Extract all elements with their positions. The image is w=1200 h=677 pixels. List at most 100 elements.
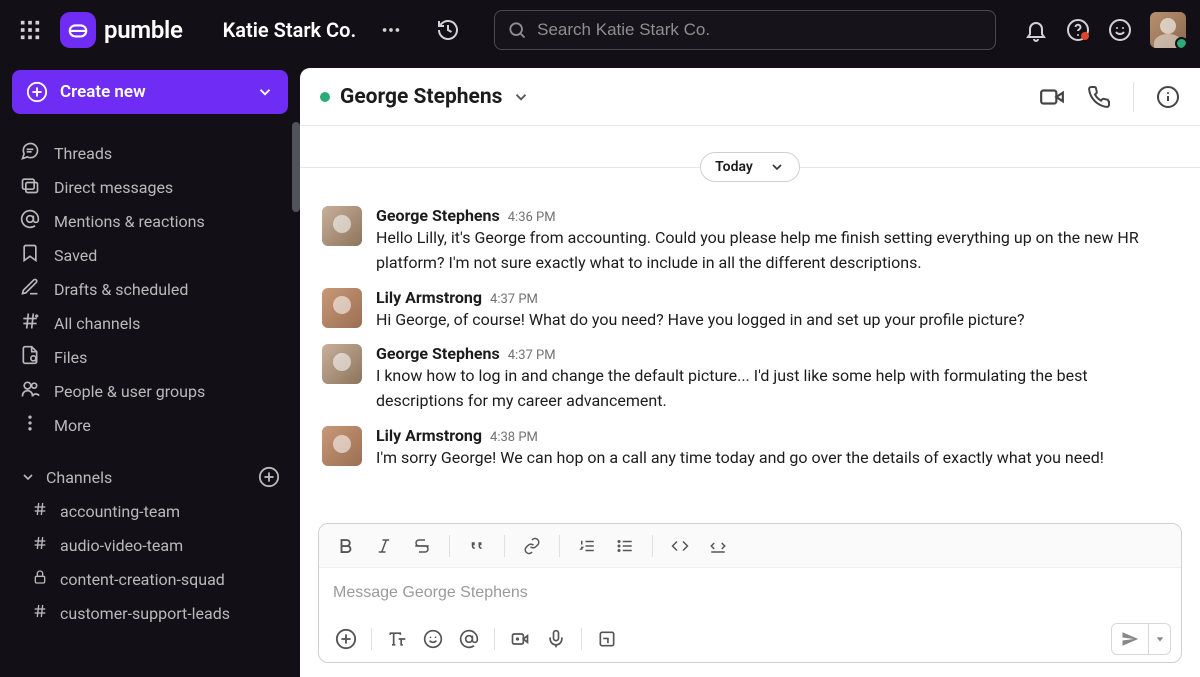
date-label: Today xyxy=(715,159,753,175)
italic-button[interactable] xyxy=(367,529,401,563)
message-avatar[interactable] xyxy=(322,426,362,466)
notifications-icon[interactable] xyxy=(1024,18,1048,42)
sidebar-nav-mentions-reactions[interactable]: Mentions & reactions xyxy=(12,204,288,238)
add-channel-icon[interactable] xyxy=(258,466,280,488)
nav-label: Threads xyxy=(54,144,112,163)
sidebar: Create new Threads Direct messagesMention… xyxy=(0,60,300,677)
message: George Stephens4:36 PMHello Lilly, it's … xyxy=(300,200,1200,282)
workspace-more-icon[interactable] xyxy=(380,19,402,41)
channel-customer-support-leads[interactable]: customer-support-leads xyxy=(12,596,288,630)
nav-icon xyxy=(20,243,40,267)
sidebar-nav-drafts-scheduled[interactable]: Drafts & scheduled xyxy=(12,272,288,306)
message-text: I know how to log in and change the defa… xyxy=(376,364,1178,414)
sidebar-nav-threads[interactable]: Threads xyxy=(12,136,288,170)
message-author[interactable]: George Stephens xyxy=(376,206,500,225)
search-icon xyxy=(507,20,527,40)
brand-logo[interactable]: pumble xyxy=(60,12,183,48)
video-call-icon[interactable] xyxy=(1039,84,1065,110)
apps-grid-icon[interactable] xyxy=(14,14,46,46)
attach-button[interactable] xyxy=(329,622,363,656)
sidebar-nav-people-user-groups[interactable]: People & user groups xyxy=(12,374,288,408)
message-avatar[interactable] xyxy=(322,288,362,328)
formatting-toolbar xyxy=(319,524,1181,568)
link-button[interactable] xyxy=(515,529,549,563)
brand-mark-icon xyxy=(60,12,96,48)
record-audio-button[interactable] xyxy=(539,622,573,656)
message: Lily Armstrong4:38 PMI'm sorry George! W… xyxy=(300,420,1200,477)
history-icon[interactable] xyxy=(436,18,460,42)
nav-icon xyxy=(20,277,40,301)
nav-icon xyxy=(20,209,40,233)
nav-icon xyxy=(20,379,40,403)
sidebar-scrollbar[interactable] xyxy=(292,122,300,212)
brand-name: pumble xyxy=(104,16,183,44)
message-list: Today George Stephens4:36 PMHello Lilly,… xyxy=(300,126,1200,521)
hash-icon xyxy=(32,603,48,623)
lock-icon xyxy=(32,569,48,589)
help-icon[interactable] xyxy=(1066,18,1090,42)
presence-indicator xyxy=(1175,37,1186,48)
message-time: 4:37 PM xyxy=(508,348,556,363)
chevron-down-icon xyxy=(256,83,274,101)
message-author[interactable]: Lily Armstrong xyxy=(376,288,482,307)
code-button[interactable] xyxy=(663,529,697,563)
search-bar[interactable] xyxy=(494,10,996,50)
user-avatar[interactable] xyxy=(1150,12,1186,48)
search-input[interactable] xyxy=(537,20,983,40)
mention-button[interactable] xyxy=(452,622,486,656)
strikethrough-button[interactable] xyxy=(405,529,439,563)
code-block-button[interactable] xyxy=(701,529,735,563)
shortcuts-button[interactable] xyxy=(590,622,624,656)
nav-label: More xyxy=(54,416,91,435)
date-pill[interactable]: Today xyxy=(700,152,800,182)
message-avatar[interactable] xyxy=(322,344,362,384)
message-input[interactable] xyxy=(333,584,1167,602)
audio-call-icon[interactable] xyxy=(1087,85,1111,109)
create-new-button[interactable]: Create new xyxy=(12,70,288,114)
app-header: pumble Katie Stark Co. xyxy=(0,0,1200,60)
message-composer xyxy=(318,523,1182,663)
message-author[interactable]: George Stephens xyxy=(376,344,500,363)
send-options-button[interactable] xyxy=(1148,624,1170,654)
help-notification-dot xyxy=(1081,32,1089,40)
channels-section-header[interactable]: Channels xyxy=(12,460,288,494)
bullet-list-button[interactable] xyxy=(608,529,642,563)
quote-button[interactable] xyxy=(460,529,494,563)
channel-audio-video-team[interactable]: audio-video-team xyxy=(12,528,288,562)
chevron-down-icon xyxy=(769,159,785,175)
sidebar-nav-saved[interactable]: Saved xyxy=(12,238,288,272)
channel-content-creation-squad[interactable]: content-creation-squad xyxy=(12,562,288,596)
create-new-label: Create new xyxy=(60,82,146,102)
sidebar-nav-direct-messages[interactable]: Direct messages xyxy=(12,170,288,204)
record-video-button[interactable] xyxy=(503,622,537,656)
emoji-icon[interactable] xyxy=(1108,18,1132,42)
channel-label: accounting-team xyxy=(60,502,180,521)
text-format-button[interactable] xyxy=(380,622,414,656)
message: George Stephens 4:37 PMI know how to log … xyxy=(300,338,1200,420)
channel-accounting-team[interactable]: accounting-team xyxy=(12,494,288,528)
nav-label: People & user groups xyxy=(54,382,205,401)
message-avatar[interactable] xyxy=(322,206,362,246)
ordered-list-button[interactable] xyxy=(570,529,604,563)
sidebar-nav-files[interactable]: Files xyxy=(12,340,288,374)
channels-label: Channels xyxy=(46,468,112,487)
nav-label: Files xyxy=(54,348,87,367)
info-icon[interactable] xyxy=(1156,85,1180,109)
nav-icon xyxy=(20,311,40,335)
chat-title-button[interactable]: George Stephens xyxy=(320,85,530,109)
sidebar-nav-all-channels[interactable]: All channels xyxy=(12,306,288,340)
nav-label: Saved xyxy=(54,246,97,265)
nav-icon xyxy=(20,413,40,437)
channel-label: content-creation-squad xyxy=(60,570,225,589)
date-divider: Today xyxy=(300,152,1200,182)
workspace-name[interactable]: Katie Stark Co. xyxy=(223,18,357,42)
bold-button[interactable] xyxy=(329,529,363,563)
sidebar-nav-more[interactable]: More xyxy=(12,408,288,442)
emoji-button[interactable] xyxy=(416,622,450,656)
send-button[interactable] xyxy=(1111,623,1171,655)
message: Lily Armstrong4:37 PMHi George, of cours… xyxy=(300,282,1200,339)
message-text: I'm sorry George! We can hop on a call a… xyxy=(376,446,1178,471)
message-author[interactable]: Lily Armstrong xyxy=(376,426,482,445)
nav-label: All channels xyxy=(54,314,140,333)
chat-panel: George Stephens Today xyxy=(300,68,1200,677)
